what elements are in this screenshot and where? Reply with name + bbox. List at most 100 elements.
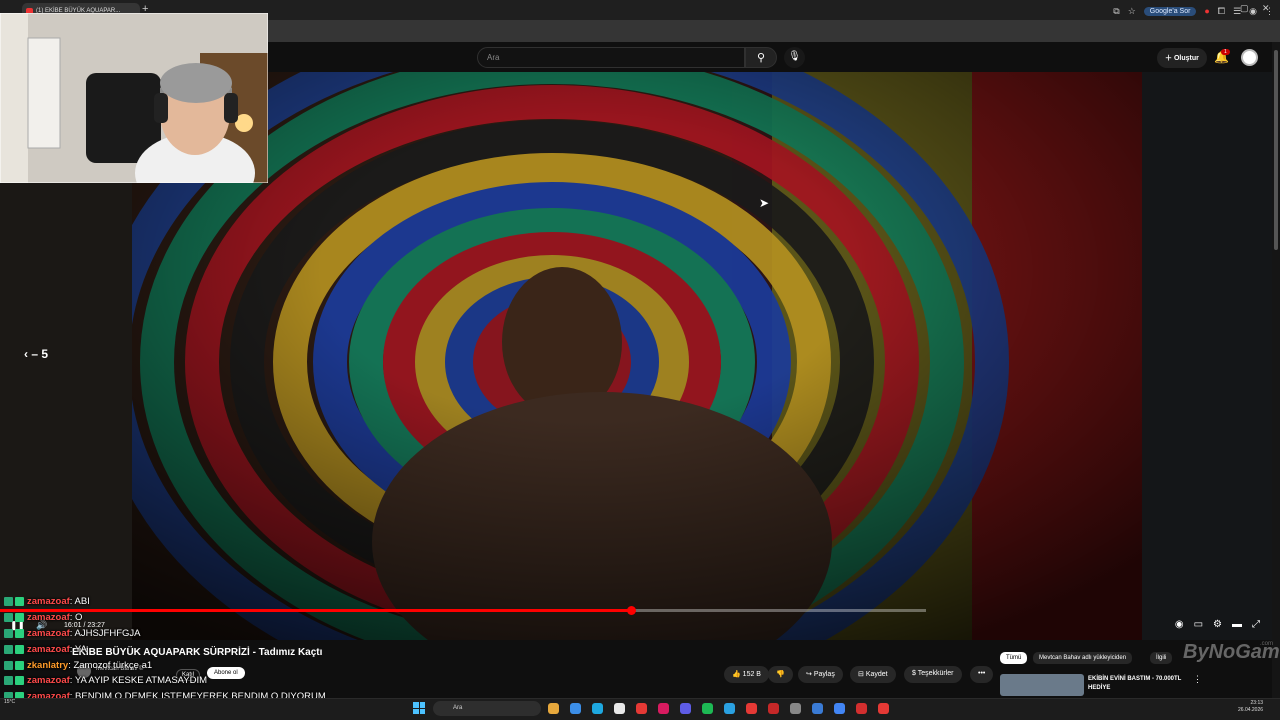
chat-message: zamazoaf: YA (4, 641, 364, 657)
browser-menu-icon[interactable]: ⋮ (1265, 6, 1274, 17)
progress-scrubber[interactable] (627, 606, 637, 615)
ambient-right-panel (1142, 72, 1272, 640)
taskbar-app-icon[interactable] (680, 703, 691, 714)
thumbs-up-icon: 👍 (732, 671, 743, 678)
clock-date: 26.04.2026 (1238, 707, 1264, 713)
bookmark-star-icon[interactable]: ☆ (1128, 6, 1136, 17)
chat-badge-icon (4, 676, 13, 686)
chip-all[interactable]: Tümü (1000, 652, 1028, 664)
like-count: 152 B (742, 671, 761, 678)
chat-badge-icon (4, 644, 13, 654)
chat-username: zamazoaf (27, 612, 70, 624)
scrollbar-thumb[interactable] (1274, 50, 1278, 250)
temperature: 15°C (4, 699, 16, 705)
profile-icon[interactable]: ◉ (1249, 6, 1257, 17)
chat-text: : YA (69, 643, 87, 655)
search-icon: ⚲ (756, 52, 766, 64)
create-button[interactable]: ＋ Oluştur (1157, 48, 1207, 68)
taskbar-app-icon[interactable] (614, 703, 625, 714)
taskbar-clock[interactable]: 23:13 26.04.2026 (1238, 700, 1263, 714)
share-button[interactable]: ↪ Paylaş (798, 666, 843, 683)
seek-back-indicator: ‹ – 5 (24, 347, 48, 361)
subtitles-icon[interactable]: ▭ (1194, 619, 1203, 630)
watermark-suffix: .com (1260, 641, 1274, 647)
taskbar-app-icon[interactable] (834, 703, 845, 714)
taskbar-app-icon[interactable] (636, 703, 647, 714)
chat-text: : O (69, 612, 83, 624)
water-slide-tunnel-image (132, 72, 1142, 640)
extension-record-icon[interactable]: ● (1204, 6, 1209, 16)
chat-message: zamazoaf: O (4, 610, 364, 626)
account-avatar[interactable] (1241, 49, 1258, 66)
chat-username: zkanlatry (27, 659, 69, 671)
search-button[interactable]: ⚲ (745, 47, 777, 68)
like-button[interactable]: 👍 152 B (724, 666, 769, 683)
chat-text: : YA AYIP KESKE ATMASAYDIM (69, 675, 208, 687)
weather-widget[interactable]: 15°C (4, 699, 15, 705)
extensions-icon[interactable]: ⧠ (1218, 6, 1225, 17)
chip-related[interactable]: İlgili (1150, 652, 1173, 664)
player-controls-right: ◉ ▭ ⚙ ▬ ⤢ (1175, 619, 1260, 630)
chat-badge-icon (4, 628, 13, 638)
chat-badge-icon (15, 628, 24, 638)
taskbar-app-icon[interactable] (856, 703, 867, 714)
windows-start-icon[interactable] (413, 702, 425, 714)
taskbar-app-icon[interactable] (570, 703, 581, 714)
taskbar-app-icon[interactable] (812, 703, 823, 714)
chat-badge-icon (4, 613, 13, 623)
microphone-icon: 🎙 (788, 51, 801, 62)
taskbar-app-icon[interactable] (592, 703, 603, 714)
taskbar-app-icon[interactable] (548, 703, 559, 714)
chat-badge-icon (15, 644, 24, 654)
chip-from-uploader[interactable]: Mevtcan Bahav adlı yükleyiciden (1033, 652, 1133, 664)
notification-badge: 1 (1221, 49, 1230, 55)
video-frame[interactable] (132, 72, 1142, 640)
thanks-button[interactable]: $ Teşekkürler (904, 666, 962, 683)
chat-badge-icon (15, 660, 24, 670)
tab-search-icon[interactable]: ☰ (1233, 6, 1241, 17)
bookmark-icon: ⊟ (858, 671, 866, 678)
more-actions-button[interactable]: ••• (970, 666, 994, 683)
dislike-button[interactable]: 👎 (768, 666, 793, 683)
fullscreen-icon[interactable]: ⤢ (1252, 619, 1260, 630)
recommended-menu-icon[interactable]: ⋮ (1193, 674, 1202, 685)
taskbar-app-icon[interactable] (658, 703, 669, 714)
chat-badge-icon (4, 660, 13, 670)
streamer-webcam-image (0, 13, 268, 183)
taskbar-app-icon[interactable] (746, 703, 757, 714)
thumbs-down-icon: 👎 (776, 671, 785, 678)
cast-icon[interactable]: ⧉ (1113, 6, 1119, 17)
chat-username: zamazoaf (27, 627, 70, 639)
settings-gear-icon[interactable]: ⚙ (1213, 619, 1222, 630)
clock-time: 23:13 (1250, 700, 1264, 706)
taskbar-app-icon[interactable] (878, 703, 889, 714)
plus-icon: ＋ (1165, 55, 1174, 62)
save-label: Kaydet (865, 671, 888, 678)
autoplay-toggle-icon[interactable]: ◉ (1175, 619, 1184, 630)
voice-search-button[interactable]: 🎙 (784, 47, 805, 68)
chat-message: zkanlatry: Zamozof türkçe a1 (4, 657, 364, 673)
taskbar-app-icon[interactable] (702, 703, 713, 714)
taskbar-search-input[interactable]: Ara (433, 701, 541, 716)
taskbar-app-icon[interactable] (768, 703, 779, 714)
chat-badge-icon (15, 613, 24, 623)
taskbar-app-icon[interactable] (724, 703, 735, 714)
chat-username: zamazoaf (27, 643, 70, 655)
chat-text: : Zamozof türkçe a1 (68, 659, 153, 671)
google-sor-button[interactable]: Google'a Sor (1143, 6, 1197, 16)
save-button[interactable]: ⊟ Kaydet (850, 666, 896, 683)
taskbar-app-icon[interactable] (790, 703, 801, 714)
recommended-video-title[interactable]: EKİBİN EVİNİ BASTIM - 70.000TL HEDİYE (1088, 675, 1188, 693)
share-label: Paylaş (813, 671, 835, 678)
chat-username: zamazoaf (27, 675, 70, 687)
theater-mode-icon[interactable]: ▬ (1232, 619, 1242, 630)
chat-message: zamazoaf: AJHSJFHFGJA (4, 626, 364, 642)
webcam-overlay (0, 13, 268, 183)
recommended-video-thumbnail[interactable] (1000, 674, 1084, 696)
mouse-cursor-icon: ➤ (759, 196, 770, 210)
chat-text: : AJHSJFHFGJA (69, 627, 141, 639)
chat-message: zamazoaf: ABI (4, 594, 364, 610)
search-input[interactable]: Ara (477, 47, 745, 68)
share-icon: ↪ (806, 671, 814, 678)
thanks-label: Teşekkürler (917, 670, 954, 677)
